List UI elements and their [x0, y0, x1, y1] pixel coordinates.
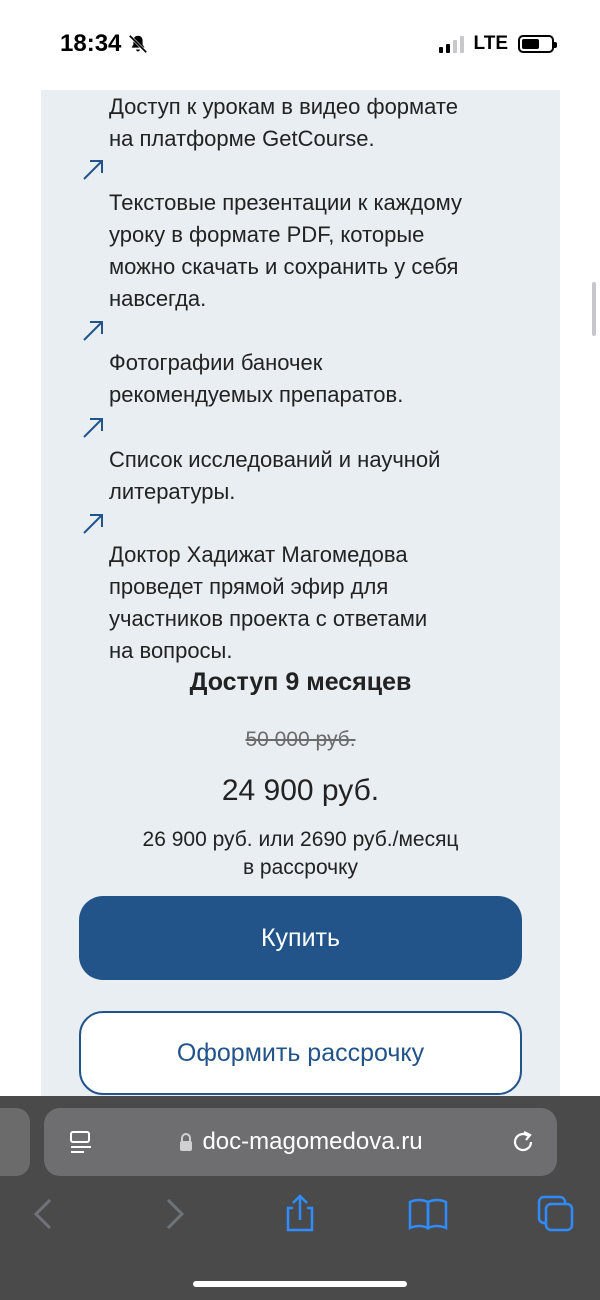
- current-price: 24 900 руб.: [221, 774, 380, 807]
- buy-button[interactable]: Купить: [79, 896, 522, 980]
- arrow-up-right-icon: [83, 418, 103, 438]
- clock: 18:34: [60, 30, 122, 57]
- address-bar[interactable]: doc-magomedova.ru: [44, 1108, 557, 1176]
- status-bar: 18:34 LTE: [0, 0, 600, 90]
- scrollbar[interactable]: [592, 282, 596, 336]
- arrow-up-right-icon: [83, 514, 103, 534]
- feature-item-text: Фотографии баночек рекомендуемых препара…: [109, 350, 404, 407]
- arrow-up-right-icon: [83, 321, 103, 341]
- url-text: doc-magomedova.ru: [202, 1128, 423, 1155]
- old-price: 50 000 руб.: [245, 728, 356, 751]
- tabs-icon[interactable]: [534, 1192, 578, 1236]
- feature-item-text: Текстовые презентации к каждому уроку в …: [109, 190, 462, 311]
- status-indicators: LTE: [438, 33, 557, 55]
- bookmarks-icon[interactable]: [406, 1192, 450, 1236]
- installment-info: 26 900 руб. или 2690 руб./месяц в рассро…: [142, 828, 459, 879]
- bell-slash-icon: [129, 34, 148, 54]
- feature-item-text: Доступ к урокам в видео формате на платф…: [109, 94, 458, 151]
- feature-item-text: Доктор Хадижат Магомедова проведет прямо…: [109, 542, 428, 663]
- reload-icon[interactable]: [509, 1128, 537, 1156]
- forward-icon[interactable]: [152, 1192, 196, 1236]
- lock-icon: [180, 1133, 193, 1151]
- battery-icon: [518, 35, 557, 53]
- access-duration-title: Доступ 9 месяцев: [189, 668, 412, 696]
- status-time: 18:34: [60, 30, 149, 58]
- home-indicator[interactable]: [193, 1281, 407, 1287]
- signal-icon: [438, 35, 464, 53]
- back-icon[interactable]: [22, 1192, 66, 1236]
- installment-button[interactable]: Оформить рассрочку: [79, 1011, 522, 1095]
- browser-toolbar: [0, 1192, 600, 1242]
- share-icon[interactable]: [278, 1192, 322, 1236]
- arrow-up-right-icon: [83, 160, 103, 180]
- previous-tab[interactable]: [0, 1108, 30, 1176]
- network-label: LTE: [473, 33, 508, 54]
- feature-item-text: Список исследований и научной литературы…: [109, 447, 441, 504]
- url-display[interactable]: doc-magomedova.ru: [44, 1108, 557, 1176]
- page-content: Доступ к урокам в видео формате на платф…: [41, 90, 560, 1096]
- browser-bar: doc-magomedova.ru: [0, 1096, 600, 1300]
